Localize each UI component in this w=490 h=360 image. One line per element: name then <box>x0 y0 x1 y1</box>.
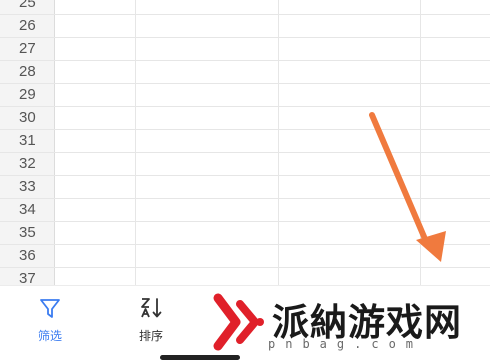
table-row[interactable]: 28 <box>0 61 490 84</box>
table-row[interactable]: 37 <box>0 268 490 285</box>
row-number[interactable]: 30 <box>0 107 54 129</box>
column-divider <box>420 0 421 285</box>
filter-button[interactable]: 筛选 <box>20 294 80 346</box>
row-number[interactable]: 29 <box>0 84 54 106</box>
table-row[interactable]: 30 <box>0 107 490 130</box>
spreadsheet-grid[interactable]: 25 26 27 28 29 30 31 32 33 34 35 36 37 <box>0 0 490 285</box>
row-number[interactable]: 25 <box>0 0 54 14</box>
row-number[interactable]: 34 <box>0 199 54 221</box>
table-row[interactable]: 34 <box>0 199 490 222</box>
row-number[interactable]: 32 <box>0 153 54 175</box>
row-number[interactable]: 28 <box>0 61 54 83</box>
table-row[interactable]: 31 <box>0 130 490 153</box>
column-divider <box>135 0 136 285</box>
table-row[interactable]: 36 <box>0 245 490 268</box>
home-indicator[interactable] <box>160 355 240 360</box>
site-watermark: 派納游戏网 pnbag.com <box>210 288 490 360</box>
sort-button[interactable]: 排序 <box>121 294 181 346</box>
row-number[interactable]: 36 <box>0 245 54 267</box>
table-row[interactable]: 25 <box>0 0 490 15</box>
row-number[interactable]: 37 <box>0 268 54 285</box>
table-row[interactable]: 29 <box>0 84 490 107</box>
row-number[interactable]: 31 <box>0 130 54 152</box>
table-row[interactable]: 35 <box>0 222 490 245</box>
table-row[interactable]: 26 <box>0 15 490 38</box>
table-row[interactable]: 27 <box>0 38 490 61</box>
column-divider <box>278 0 279 285</box>
watermark-subtitle: pnbag.com <box>268 337 424 351</box>
table-row[interactable]: 33 <box>0 176 490 199</box>
sort-icon <box>141 298 162 318</box>
sort-label: 排序 <box>138 329 163 343</box>
row-number[interactable]: 27 <box>0 38 54 60</box>
row-number[interactable]: 33 <box>0 176 54 198</box>
table-row[interactable]: 32 <box>0 153 490 176</box>
row-number[interactable]: 35 <box>0 222 54 244</box>
filter-label: 筛选 <box>37 329 62 343</box>
row-number[interactable]: 26 <box>0 15 54 37</box>
filter-icon <box>40 299 60 318</box>
